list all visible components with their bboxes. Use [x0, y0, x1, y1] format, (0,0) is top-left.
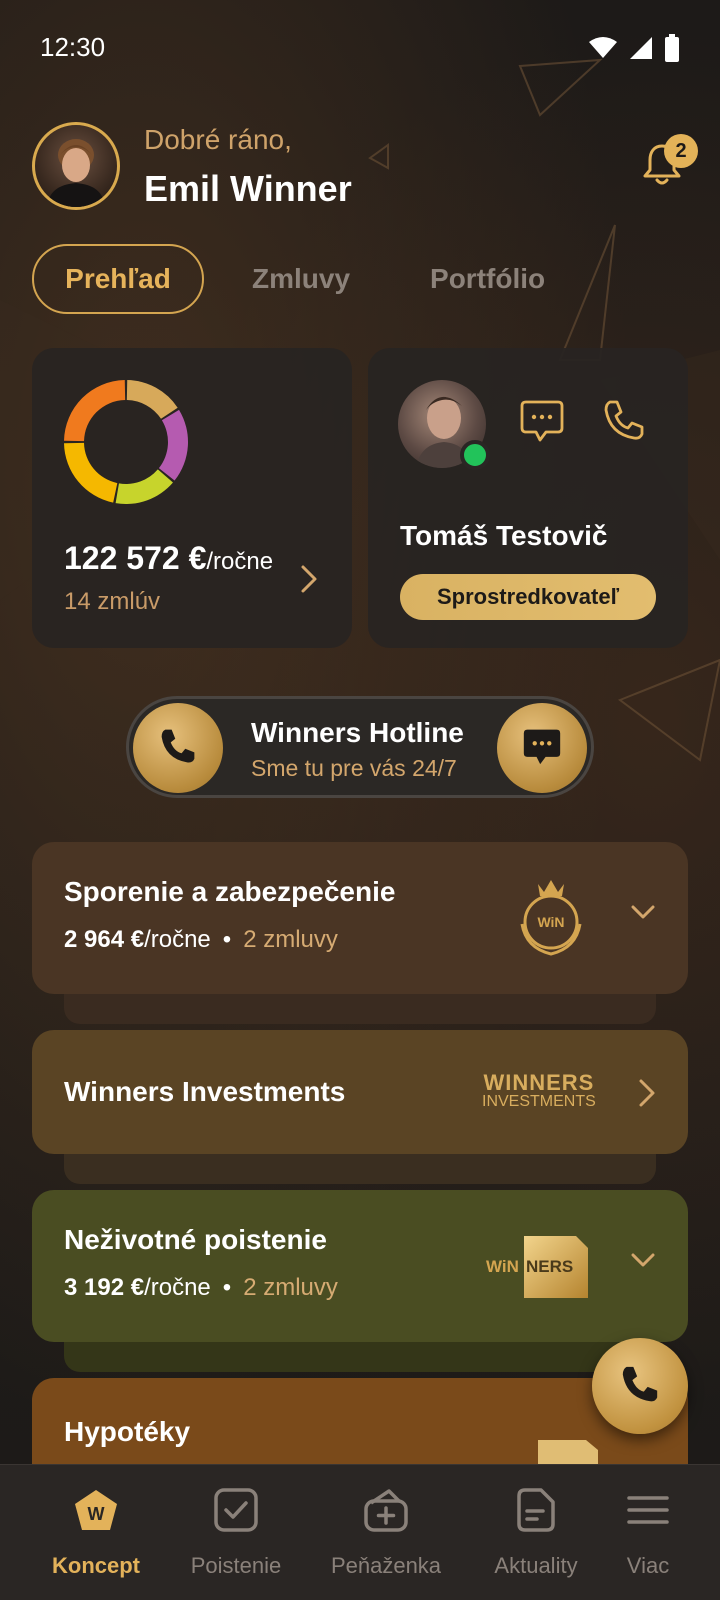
tab-bar: Prehľad Zmluvy Portfólio [32, 244, 545, 314]
separator-dot: • [222, 1274, 232, 1301]
greeting-text: Dobré ráno, [144, 124, 292, 155]
nav-item-viac[interactable]: Viac [578, 1485, 718, 1579]
donut-segment-4 [64, 442, 118, 503]
chat-icon[interactable] [520, 398, 564, 449]
section-summary: 3 192 €/ročne • 2 zmluvy [64, 1274, 338, 1302]
section-summary: 2 964 €/ročne • 2 zmluvy [64, 926, 338, 954]
chevron-down-icon [630, 904, 656, 925]
winners-poistenie-logo: WiN NERS [484, 1234, 590, 1305]
tab-portfolio[interactable]: Portfólio [430, 244, 545, 314]
phone-icon [619, 1363, 661, 1410]
hotline-call-button[interactable] [133, 703, 223, 793]
summary-contracts: 14 zmlúv [64, 588, 161, 615]
battery-icon [664, 34, 680, 67]
section-title: Sporenie a zabezpečenie [64, 876, 396, 907]
winners-group-logo: WiN [508, 874, 594, 965]
summary-amount: 122 572 €/ročne [64, 540, 273, 577]
bottom-navigation: W Koncept Poistenie Peňaženka Aktuality … [0, 1464, 720, 1600]
section-count: 2 zmluvy [243, 1274, 338, 1301]
call-fab-button[interactable] [592, 1338, 688, 1434]
chevron-down-icon [630, 1252, 656, 1273]
summary-card[interactable]: 122 572 €/ročne 14 zmlúv [32, 348, 352, 648]
menu-icon [578, 1485, 718, 1535]
agent-card: Tomáš Testovič Sprostredkovateľ [368, 348, 688, 648]
section-title: Neživotné poistenie [64, 1224, 327, 1255]
user-name: Emil Winner [144, 168, 352, 209]
chevron-right-icon [638, 1078, 656, 1113]
agent-role-badge: Sprostredkovateľ [400, 574, 656, 620]
hotline-chat-button[interactable] [497, 703, 587, 793]
wifi-icon [588, 36, 618, 65]
signal-icon [628, 35, 654, 66]
section-stack-shadow [64, 1342, 656, 1372]
section-title: Hypotéky [64, 1416, 191, 1447]
agent-name: Tomáš Testovič [400, 520, 608, 551]
section-unit: /ročne [144, 1274, 211, 1301]
section-count: 2 zmluvy [243, 926, 338, 953]
donut-segment-2 [158, 409, 188, 481]
hotline-title: Winners Hotline [251, 717, 464, 748]
section-unit: /ročne [144, 926, 211, 953]
donut-segment-1 [126, 380, 178, 419]
notification-badge: 2 [664, 134, 698, 168]
nav-label: Poistenie [190, 1553, 282, 1578]
hotline-subtitle: Sme tu pre vás 24/7 [251, 755, 457, 781]
section-value: 3 192 € [64, 1274, 145, 1301]
wallet-icon [316, 1485, 456, 1535]
svg-text:NERS: NERS [526, 1257, 573, 1276]
phone-icon[interactable] [602, 398, 646, 447]
check-square-icon [166, 1485, 306, 1535]
status-bar: 12:30 [0, 0, 720, 96]
logo-bottom-text: INVESTMENTS [482, 1093, 596, 1110]
summary-amount-unit: /ročne [206, 548, 274, 575]
phone-icon [158, 726, 198, 771]
hotline-bar: Winners Hotline Sme tu pre vás 24/7 [126, 696, 594, 798]
summary-amount-value: 122 572 € [64, 540, 207, 576]
nav-label: Peňaženka [330, 1553, 442, 1578]
separator-dot: • [222, 926, 232, 953]
portfolio-donut-chart [64, 380, 188, 504]
section-sporenie[interactable]: Sporenie a zabezpečenie 2 964 €/ročne • 2 … [32, 842, 688, 1024]
section-stack-shadow [64, 1154, 656, 1184]
w-badge-icon: W [26, 1485, 166, 1535]
section-stack-shadow [64, 994, 656, 1024]
nav-label: Viac [626, 1553, 670, 1578]
winners-investments-logo: WINNERS INVESTMENTS [482, 1072, 596, 1110]
section-winners-investments[interactable]: Winners Investments WINNERS INVESTMENTS [32, 1030, 688, 1184]
svg-text:W: W [88, 1504, 105, 1524]
donut-segment-5 [64, 380, 126, 442]
nav-item-penazenka[interactable]: Peňaženka [316, 1485, 456, 1579]
chat-icon [521, 726, 563, 771]
tab-prehlad[interactable]: Prehľad [32, 244, 204, 314]
status-time: 12:30 [40, 32, 106, 62]
svg-text:WiN: WiN [486, 1257, 519, 1276]
nav-label: Koncept [52, 1553, 140, 1578]
section-nezivotne-poistenie[interactable]: Neživotné poistenie 3 192 €/ročne • 2 zmlu… [32, 1190, 688, 1372]
chevron-right-icon [300, 564, 318, 599]
svg-text:WiN: WiN [537, 914, 564, 930]
tab-zmluvy[interactable]: Zmluvy [252, 244, 350, 314]
donut-segment-3 [115, 469, 173, 504]
section-value: 2 964 € [64, 926, 145, 953]
user-avatar[interactable] [32, 122, 120, 210]
nav-item-poistenie[interactable]: Poistenie [166, 1485, 306, 1579]
section-title: Winners Investments [64, 1076, 346, 1107]
nav-item-koncept[interactable]: W Koncept [26, 1485, 166, 1579]
online-status-dot [460, 440, 490, 470]
logo-top-text: WINNERS [483, 1070, 595, 1095]
